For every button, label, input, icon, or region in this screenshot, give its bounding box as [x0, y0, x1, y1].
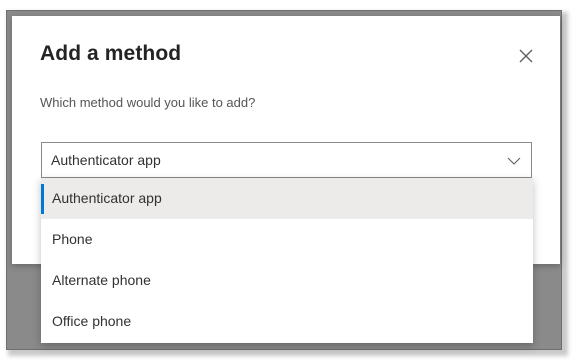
- close-button[interactable]: [512, 42, 540, 70]
- option-label: Alternate phone: [52, 272, 151, 288]
- dialog-title: Add a method: [40, 42, 182, 65]
- selected-indicator: [41, 184, 44, 214]
- option-authenticator-app[interactable]: Authenticator app: [41, 178, 533, 219]
- option-alternate-phone[interactable]: Alternate phone: [41, 260, 533, 301]
- chevron-down-icon: [507, 154, 521, 173]
- method-dropdown-list: Authenticator app Phone Alternate phone …: [41, 178, 533, 343]
- option-label: Authenticator app: [52, 190, 162, 206]
- option-phone[interactable]: Phone: [41, 219, 533, 260]
- close-icon: [512, 42, 540, 70]
- method-prompt: Which method would you like to add?: [40, 95, 256, 110]
- option-label: Office phone: [52, 313, 132, 329]
- option-office-phone[interactable]: Office phone: [41, 301, 533, 342]
- screen: Add a method Which method would you like…: [0, 0, 576, 360]
- method-select[interactable]: Authenticator app: [41, 142, 532, 178]
- method-select-value: Authenticator app: [51, 152, 161, 168]
- option-label: Phone: [52, 231, 93, 247]
